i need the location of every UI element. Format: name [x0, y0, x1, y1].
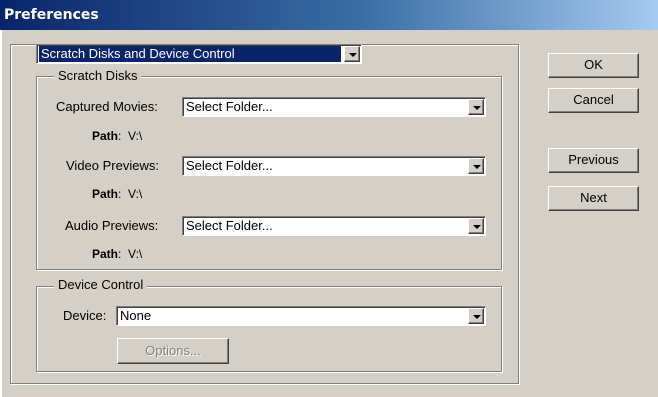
window-left-edge [0, 30, 2, 397]
chevron-down-icon [349, 53, 357, 57]
device-control-group [36, 286, 502, 372]
captured-movies-value: Select Folder... [186, 99, 273, 114]
scratch-disks-legend: Scratch Disks [54, 68, 142, 84]
ok-button[interactable]: OK [548, 53, 639, 78]
device-dropdown-button[interactable] [468, 308, 484, 324]
path-value: V:\ [128, 247, 143, 261]
video-previews-dropdown[interactable]: Select Folder... [182, 156, 486, 176]
audio-previews-label: Audio Previews: [65, 218, 159, 233]
cancel-button[interactable]: Cancel [548, 88, 639, 113]
next-button[interactable]: Next [548, 186, 639, 211]
captured-movies-dropdown[interactable]: Select Folder... [182, 97, 486, 117]
audio-previews-dropdown-button[interactable] [468, 218, 484, 234]
path-label: Path [92, 187, 119, 201]
previous-button[interactable]: Previous [548, 148, 639, 173]
section-dropdown[interactable]: Scratch Disks and Device Control [36, 44, 362, 64]
options-button[interactable]: Options... [117, 338, 229, 364]
chevron-down-icon [473, 225, 481, 229]
chevron-down-icon [473, 315, 481, 319]
path-label: Path [92, 129, 119, 143]
chevron-down-icon [473, 106, 481, 110]
video-previews-dropdown-button[interactable] [468, 158, 484, 174]
audio-previews-dropdown[interactable]: Select Folder... [182, 216, 486, 236]
path-value: V:\ [128, 129, 143, 143]
captured-movies-dropdown-button[interactable] [468, 99, 484, 115]
device-dropdown[interactable]: None [116, 306, 486, 326]
video-previews-label: Video Previews: [66, 158, 159, 173]
section-dropdown-value: Scratch Disks and Device Control [39, 46, 341, 62]
captured-movies-label: Captured Movies: [56, 99, 158, 114]
device-value: None [120, 308, 152, 323]
device-control-legend: Device Control [54, 277, 148, 293]
chevron-down-icon [473, 165, 481, 169]
window-title: Preferences [4, 7, 99, 23]
captured-movies-path: Path: V:\ [92, 129, 143, 143]
path-label: Path [92, 247, 119, 261]
audio-previews-value: Select Folder... [186, 218, 273, 233]
video-previews-value: Select Folder... [186, 158, 273, 173]
device-label: Device: [63, 308, 107, 323]
title-bar[interactable]: Preferences [0, 0, 658, 30]
video-previews-path: Path: V:\ [92, 187, 143, 201]
path-value: V:\ [128, 187, 143, 201]
audio-previews-path: Path: V:\ [92, 247, 143, 261]
section-dropdown-button[interactable] [344, 46, 360, 62]
